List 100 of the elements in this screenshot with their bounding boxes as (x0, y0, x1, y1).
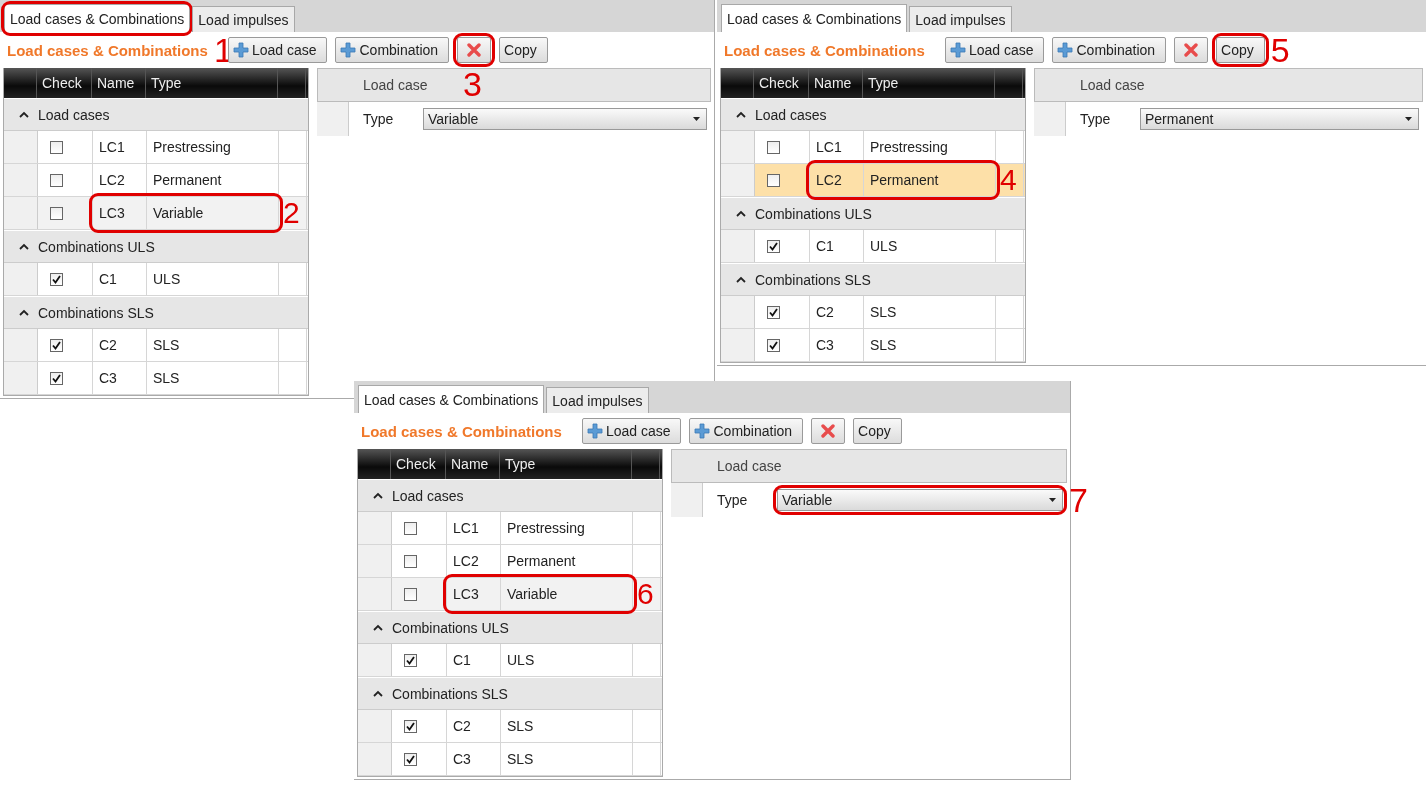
plus-icon (1057, 42, 1074, 58)
type-dropdown[interactable]: Variable (777, 489, 1063, 511)
add-button[interactable]: Combination (689, 418, 804, 444)
table-row[interactable]: C2 SLS (721, 296, 1025, 329)
add-button[interactable]: Load case (227, 37, 328, 63)
row-gutter (721, 164, 755, 196)
plus-icon (586, 423, 603, 439)
table-cell: LC1 (810, 131, 864, 163)
table-row[interactable]: C2 SLS (4, 329, 308, 362)
type-dropdown[interactable]: Variable (423, 108, 707, 130)
copy-button[interactable]: Copy (1216, 37, 1265, 63)
group-header[interactable]: Combinations ULS (721, 197, 1025, 230)
plus-icon (232, 42, 249, 58)
row-gutter (4, 164, 38, 196)
plus-icon (949, 42, 966, 58)
add-button[interactable]: Load case (944, 37, 1045, 63)
table-row[interactable]: C3 SLS (4, 362, 308, 395)
group-header[interactable]: Combinations ULS (4, 230, 308, 263)
group-header[interactable]: Combinations SLS (4, 296, 308, 329)
table-cell: LC2 (810, 164, 864, 196)
row-gutter (358, 710, 392, 742)
table-cell: C3 (447, 743, 501, 775)
add-button[interactable]: Combination (1052, 37, 1167, 63)
tab[interactable]: Load impulses (192, 6, 295, 32)
tab[interactable]: Load impulses (909, 6, 1012, 32)
checkbox[interactable] (404, 521, 417, 535)
row-gutter (358, 743, 392, 775)
row-gutter (4, 329, 38, 361)
checkbox[interactable] (404, 653, 417, 667)
table-row[interactable]: LC1 Prestressing (358, 512, 662, 545)
checkbox[interactable] (404, 719, 417, 733)
checkbox[interactable] (767, 140, 780, 154)
group-header[interactable]: Load cases (358, 479, 662, 512)
table-cell: C3 (810, 329, 864, 361)
group-header[interactable]: Load cases (4, 98, 308, 131)
tab[interactable]: Load impulses (546, 387, 649, 413)
row-gutter (721, 296, 755, 328)
table-cell: C1 (447, 644, 501, 676)
checkbox[interactable] (767, 173, 780, 187)
checkbox[interactable] (404, 587, 417, 601)
checkbox[interactable] (50, 206, 63, 220)
checkbox[interactable] (50, 140, 63, 154)
checkbox[interactable] (767, 338, 780, 352)
checkbox[interactable] (767, 305, 780, 319)
checkbox[interactable] (404, 752, 417, 766)
add-button[interactable]: Load case (581, 418, 682, 444)
add-button[interactable]: Combination (335, 37, 450, 63)
row-gutter (671, 483, 703, 517)
delete-button[interactable] (1174, 37, 1209, 63)
table-row[interactable]: C3 SLS (358, 743, 662, 776)
callout-number: 7 (1069, 483, 1088, 517)
row-gutter (721, 230, 755, 262)
callout-number: 4 (1000, 165, 1017, 195)
close-icon (467, 43, 482, 57)
table-cell: ULS (864, 230, 996, 262)
checkbox[interactable] (404, 554, 417, 568)
tab[interactable]: Load cases & Combinations (358, 385, 545, 413)
table-cell: SLS (147, 329, 279, 361)
table-cell: ULS (147, 263, 279, 295)
checkbox[interactable] (50, 272, 63, 286)
property-header: Load case (671, 449, 1067, 483)
group-header[interactable]: Combinations SLS (358, 677, 662, 710)
type-dropdown[interactable]: Permanent (1140, 108, 1419, 130)
table-cell: SLS (501, 743, 633, 775)
callout-number: 6 (637, 579, 654, 609)
table-cell: LC2 (447, 545, 501, 577)
table-cell: SLS (864, 329, 996, 361)
table-cell: C2 (810, 296, 864, 328)
table-cell: Variable (501, 578, 633, 610)
table-cell: Permanent (147, 164, 279, 196)
copy-button[interactable]: Copy (853, 418, 902, 444)
group-header[interactable]: Combinations SLS (721, 263, 1025, 296)
field-label: Type (1080, 111, 1112, 127)
checkbox[interactable] (50, 173, 63, 187)
delete-button[interactable] (811, 418, 846, 444)
table-row[interactable]: C2 SLS (358, 710, 662, 743)
checkbox[interactable] (50, 371, 63, 385)
group-header[interactable]: Combinations ULS (358, 611, 662, 644)
table-cell: Prestressing (147, 131, 279, 163)
table-row[interactable]: LC1 Prestressing (4, 131, 308, 164)
table-cell: LC2 (93, 164, 147, 196)
table-cell: LC3 (93, 197, 147, 229)
table-cell: Prestressing (864, 131, 996, 163)
row-gutter (4, 362, 38, 394)
table-cell: C3 (93, 362, 147, 394)
table-cell: C2 (93, 329, 147, 361)
group-header[interactable]: Load cases (721, 98, 1025, 131)
plus-icon (340, 42, 357, 58)
table-row[interactable]: C3 SLS (721, 329, 1025, 362)
close-icon (821, 424, 836, 438)
row-gutter (4, 131, 38, 163)
table-cell: SLS (147, 362, 279, 394)
checkbox[interactable] (767, 239, 780, 253)
tab[interactable]: Load cases & Combinations (721, 4, 908, 32)
table-cell: Permanent (864, 164, 996, 196)
row-gutter (358, 644, 392, 676)
table-cell: Variable (147, 197, 279, 229)
close-icon (1184, 43, 1199, 57)
copy-button[interactable]: Copy (499, 37, 548, 63)
checkbox[interactable] (50, 338, 63, 352)
